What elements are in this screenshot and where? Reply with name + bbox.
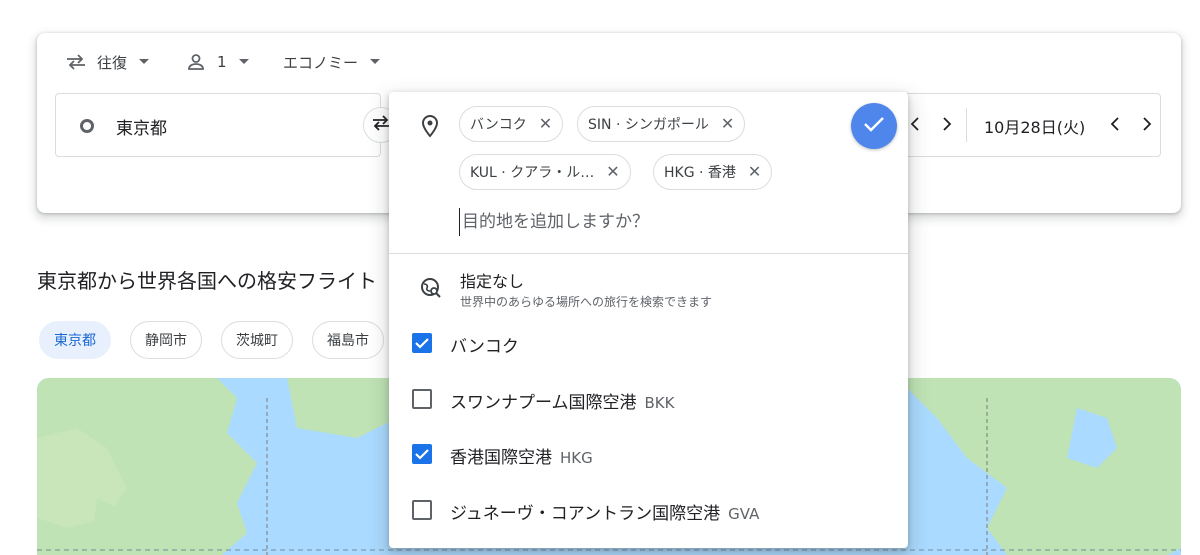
- cabin-class-label: エコノミー: [283, 53, 359, 72]
- no-preference-subtitle: 世界中のあらゆる場所への旅行を検索できます: [460, 295, 713, 309]
- origin-ring-icon: [80, 119, 94, 133]
- caret-down-icon: [238, 59, 249, 65]
- origin-field[interactable]: 東京都: [55, 93, 381, 157]
- close-icon[interactable]: ✕: [606, 164, 619, 180]
- check-icon: [863, 116, 885, 136]
- destination-tag[interactable]: KUL · クアラ・ル… ✕: [459, 154, 631, 190]
- date-field[interactable]: 10月28日(火): [897, 93, 1161, 157]
- destination-panel: バンコク ✕ SIN · シンガポール ✕ KUL · クアラ・ル… ✕ HKG…: [389, 92, 908, 548]
- location-pin-icon: [419, 114, 441, 142]
- date-separator: [966, 108, 967, 142]
- chevron-left-icon[interactable]: [1110, 116, 1120, 136]
- origin-value: 東京都: [116, 119, 167, 139]
- divider: [389, 253, 908, 254]
- destination-tag[interactable]: SIN · シンガポール ✕: [577, 106, 746, 142]
- passengers-select[interactable]: 1: [187, 51, 249, 73]
- option-label: ジュネーヴ・コアントラン国際空港 GVA: [450, 499, 759, 524]
- globe-search-icon: [419, 276, 443, 304]
- swap-icon: [371, 115, 391, 135]
- airport-code: HKG: [560, 449, 593, 467]
- close-icon[interactable]: ✕: [539, 116, 552, 132]
- airport-code: BKK: [644, 394, 675, 412]
- trip-type-label: 往復: [97, 53, 128, 72]
- confirm-button[interactable]: [851, 103, 897, 149]
- destination-option[interactable]: スワンナプーム国際空港 BKK: [389, 374, 908, 424]
- checkbox-unchecked[interactable]: [412, 500, 432, 520]
- chevron-right-icon[interactable]: [942, 116, 952, 136]
- chip-city[interactable]: 茨城町: [221, 321, 293, 359]
- checkbox-checked[interactable]: [412, 333, 432, 353]
- destination-tag-label: SIN · シンガポール: [588, 117, 709, 133]
- section-heading: 東京都から世界各国への格安フライト: [37, 269, 377, 293]
- option-label: スワンナプーム国際空港 BKK: [450, 388, 674, 413]
- destination-tag-label: バンコク: [470, 117, 527, 133]
- destination-option[interactable]: バンコク: [389, 318, 908, 368]
- no-preference-title[interactable]: 指定なし: [460, 268, 524, 292]
- destination-tag-label: HKG · 香港: [664, 165, 736, 181]
- option-label: バンコク: [450, 332, 519, 357]
- chip-city[interactable]: 静岡市: [130, 321, 202, 359]
- destination-tag[interactable]: バンコク ✕: [459, 106, 564, 142]
- option-name: ジュネーヴ・コアントラン国際空港: [450, 504, 721, 524]
- chip-origin-active[interactable]: 東京都: [39, 321, 111, 359]
- chip-city[interactable]: 福島市: [312, 321, 384, 359]
- option-name: 香港国際空港: [450, 448, 552, 468]
- option-name: バンコク: [450, 337, 519, 357]
- return-date-value: 10月28日(火): [984, 118, 1086, 137]
- option-name: スワンナプーム国際空港: [450, 393, 637, 413]
- option-label: 香港国際空港 HKG: [450, 443, 593, 468]
- trip-type-select[interactable]: 往復: [65, 51, 150, 73]
- chevron-right-icon[interactable]: [1142, 116, 1152, 136]
- destination-option[interactable]: 香港国際空港 HKG: [389, 429, 908, 479]
- cabin-class-select[interactable]: エコノミー: [283, 51, 381, 73]
- airport-code: GVA: [728, 505, 760, 523]
- destination-tag[interactable]: HKG · 香港 ✕: [653, 154, 773, 190]
- person-icon: [187, 53, 205, 71]
- checkbox-checked[interactable]: [412, 444, 432, 464]
- caret-down-icon: [139, 59, 150, 65]
- caret-down-icon: [370, 59, 381, 65]
- destination-option[interactable]: ジュネーヴ・コアントラン国際空港 GVA: [389, 485, 908, 535]
- swap-icon: [65, 53, 87, 71]
- checkbox-unchecked[interactable]: [412, 389, 432, 409]
- close-icon[interactable]: ✕: [721, 116, 734, 132]
- chevron-left-icon[interactable]: [910, 116, 920, 136]
- passengers-count: 1: [217, 53, 227, 71]
- add-destination-input[interactable]: [459, 208, 819, 236]
- close-icon[interactable]: ✕: [748, 164, 761, 180]
- destination-tag-label: KUL · クアラ・ル…: [470, 165, 595, 181]
- page: 往復 1 エコノミー 東京都 10月28日(火) 東京都から世界各国への格安フラ…: [0, 0, 1200, 555]
